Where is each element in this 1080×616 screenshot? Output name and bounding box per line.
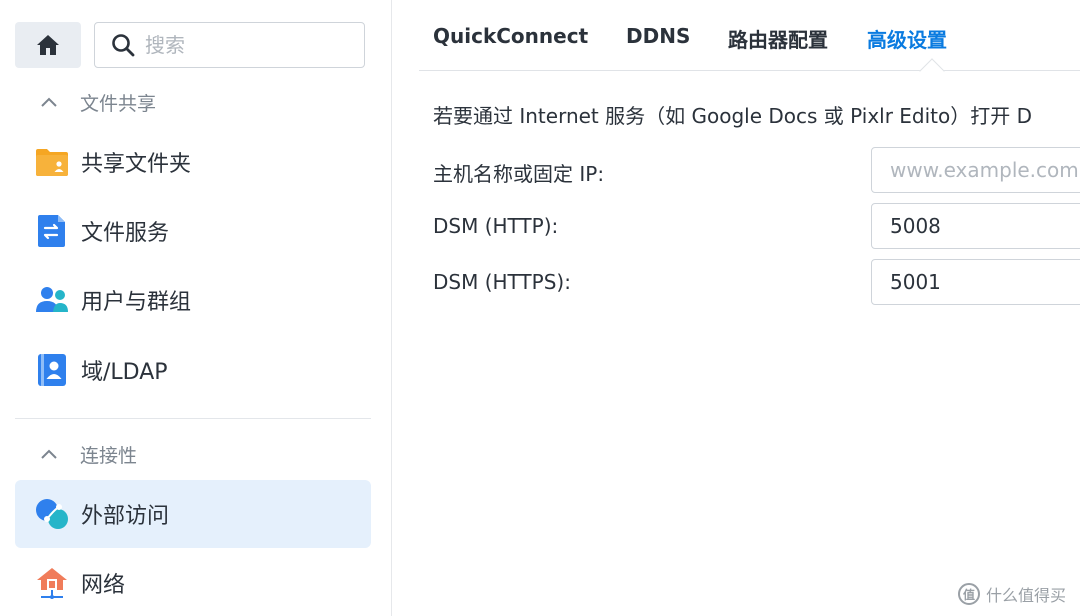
sidebar-item-label: 网络 [81, 573, 126, 598]
tab-bar: QuickConnect DDNS 路由器配置 高级设置 [419, 0, 1080, 84]
search-box[interactable] [94, 22, 365, 68]
external-access-icon [35, 497, 69, 531]
search-icon [112, 34, 135, 57]
sidebar-item-label: 共享文件夹 [81, 152, 192, 177]
sidebar: 文件共享 共享文件夹 文件服务 [0, 0, 392, 616]
active-tab-indicator [919, 58, 945, 84]
chevron-up-icon [40, 448, 64, 460]
dsm-http-port-input[interactable] [871, 203, 1080, 249]
hostname-input[interactable] [871, 147, 1080, 193]
chevron-up-icon [40, 96, 64, 108]
home-icon [37, 35, 59, 55]
search-input[interactable] [145, 33, 345, 57]
sidebar-item-users-groups[interactable]: 用户与群组 [15, 266, 371, 334]
sidebar-item-shared-folder[interactable]: 共享文件夹 [15, 128, 371, 196]
watermark-text: 什么值得买 [985, 586, 1066, 605]
ldap-icon [35, 353, 69, 387]
tab-quickconnect[interactable]: QuickConnect [433, 24, 588, 48]
tab-advanced-settings[interactable]: 高级设置 [867, 24, 947, 53]
sidebar-item-file-services[interactable]: 文件服务 [15, 197, 371, 265]
description-text: 若要通过 Internet 服务（如 Google Docs 或 Pixlr E… [433, 104, 1033, 128]
dsm-http-label: DSM (HTTP): [433, 214, 559, 238]
sidebar-divider [15, 418, 371, 419]
dsm-https-label: DSM (HTTPS): [433, 270, 571, 294]
dsm-https-port-input[interactable] [871, 259, 1080, 305]
section-label: 文件共享 [80, 92, 157, 115]
watermark-logo-icon: 值 [957, 583, 980, 605]
sidebar-item-label: 用户与群组 [81, 290, 192, 315]
file-services-icon [35, 214, 69, 248]
sidebar-item-label: 文件服务 [81, 221, 170, 246]
section-connectivity[interactable]: 连接性 [40, 439, 137, 469]
sidebar-item-domain-ldap[interactable]: 域/LDAP [15, 336, 371, 404]
sidebar-item-network[interactable]: 网络 [15, 549, 371, 616]
tab-router-config[interactable]: 路由器配置 [728, 24, 828, 53]
section-label: 连接性 [80, 444, 138, 467]
sidebar-item-label: 域/LDAP [81, 360, 168, 385]
tab-ddns[interactable]: DDNS [626, 24, 690, 48]
sidebar-item-label: 外部访问 [81, 504, 170, 529]
sidebar-item-external-access[interactable]: 外部访问 [15, 480, 371, 548]
home-button[interactable] [15, 22, 81, 68]
network-icon [35, 566, 69, 600]
section-file-sharing[interactable]: 文件共享 [40, 87, 156, 117]
main-panel: QuickConnect DDNS 路由器配置 高级设置 若要通过 Intern… [393, 0, 1080, 616]
folder-share-icon [35, 145, 69, 179]
watermark: 值 什么值得买 [957, 582, 1066, 606]
users-icon [35, 283, 69, 317]
hostname-label: 主机名称或固定 IP: [433, 162, 605, 186]
